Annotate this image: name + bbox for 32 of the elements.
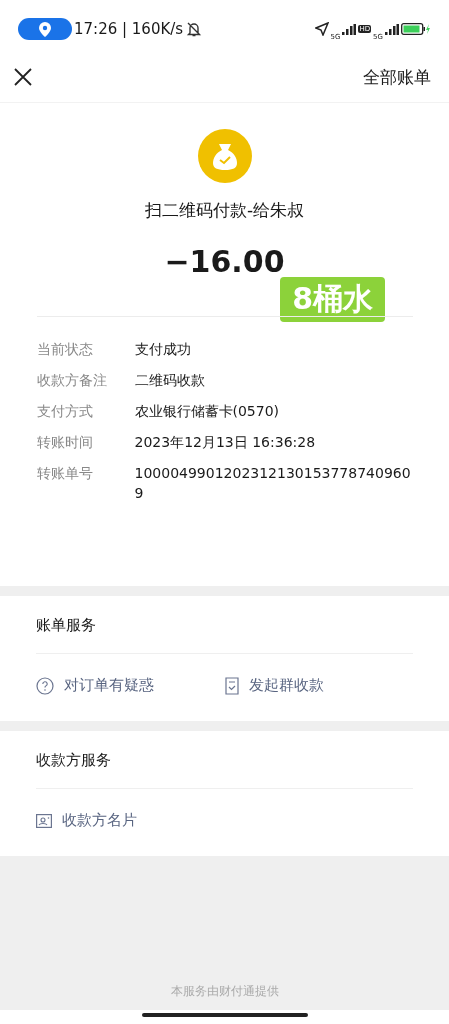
detail-label: 转账时间 <box>36 433 94 452</box>
close-icon[interactable] <box>14 68 32 86</box>
detail-value: 农业银行储蓄卡(0570) <box>134 402 281 421</box>
status-time: 17:26 | 160K/s <box>74 20 184 38</box>
detail-label: 收款方备注 <box>36 371 108 390</box>
detail-label: 当前状态 <box>36 340 94 359</box>
section-title: 账单服务 <box>36 615 97 636</box>
service-link[interactable]: 对订单有疑惑 <box>36 676 225 695</box>
section-title: 收款方服务 <box>36 750 112 771</box>
service-link[interactable]: 发起群收款 <box>224 676 413 695</box>
money-bag-icon <box>197 129 252 183</box>
contact-card-icon <box>36 813 52 828</box>
detail-value: 10000499012023121301537787409609 <box>134 464 412 503</box>
detail-value: 2023年12月13日 16:36:28 <box>134 433 317 452</box>
location-pin-icon <box>39 21 51 37</box>
muted-bell-icon <box>186 21 203 37</box>
location-arrow-icon <box>314 22 329 36</box>
signal-icon <box>342 23 357 35</box>
payment-amount: −16.00 <box>164 244 285 279</box>
payment-title: 扫二维码付款-给朱叔 <box>144 199 305 222</box>
document-check-icon <box>224 676 239 695</box>
signal-icon <box>385 23 399 35</box>
detail-label: 支付方式 <box>36 402 94 421</box>
service-link[interactable]: 收款方名片 <box>36 811 236 830</box>
detail-label: 转账单号 <box>36 464 94 483</box>
sticker-label: 8桶水 <box>280 277 385 322</box>
all-bills-link[interactable]: 全部账单 <box>363 65 431 89</box>
footer-note: 本服务由财付通提供 <box>170 983 279 1000</box>
detail-value: 二维码收款 <box>134 371 206 390</box>
battery-charging-icon <box>401 23 431 35</box>
detail-value: 支付成功 <box>134 340 192 359</box>
question-icon <box>36 676 54 695</box>
